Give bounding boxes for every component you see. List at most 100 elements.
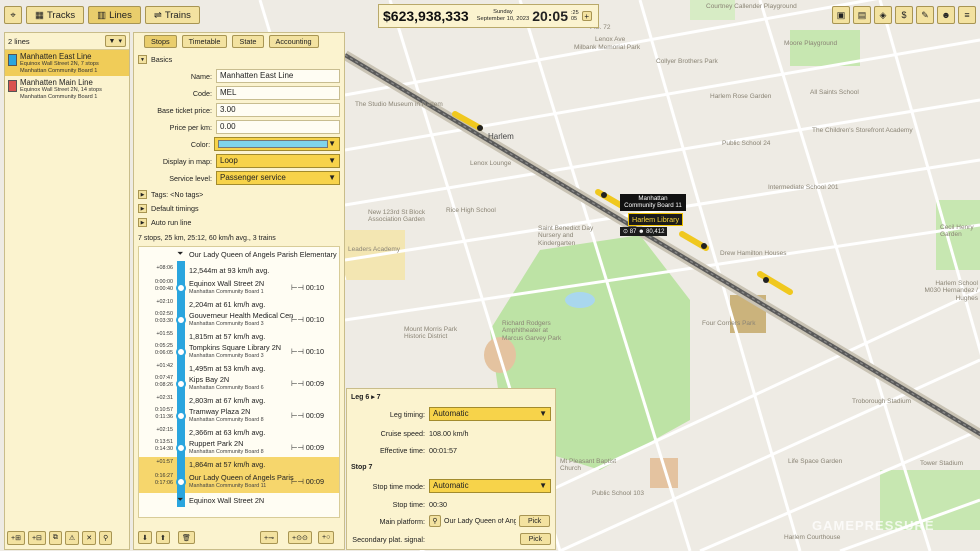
map-label: Richard Rodgers Amphitheater at Marcus G… (502, 320, 562, 342)
add-stop-icon: +⊸ (264, 534, 274, 542)
main-menu-button[interactable]: ≡ (958, 6, 976, 24)
filter-button[interactable]: ▼ ▾ (104, 35, 126, 47)
add-line-from-button[interactable]: +⊟ (27, 531, 46, 545)
tab-tracks[interactable]: ▦ Tracks (26, 6, 85, 24)
tab-trains[interactable]: ⇌ Trains (144, 6, 200, 24)
map-label: Troborough Stadium (852, 398, 912, 405)
station-harlem-library[interactable] (601, 192, 607, 198)
tools-button[interactable]: ✎ (916, 6, 934, 24)
timeline-stop[interactable]: 0:10:57 0:11:36 Tramway Plaza 2N Manhatta… (139, 407, 339, 425)
remove-stop-button[interactable]: 🗑 (178, 531, 195, 544)
timeline-stop[interactable]: 0:00:00 0:00:40 Equinox Wall Street 2N Ma… (139, 279, 339, 297)
timeline-leg[interactable]: +02:31 2,803m at 67 km/h avg. (139, 393, 339, 407)
color-picker[interactable]: ▼ (214, 137, 340, 151)
timeline-leg[interactable]: +01:42 1,495m at 53 km/h avg. (139, 361, 339, 375)
tab-timetable[interactable]: Timetable (181, 35, 228, 48)
stop-time-mode-select[interactable]: Automatic ▼ (429, 479, 551, 493)
time-speed[interactable]: :25 05 (571, 10, 579, 22)
line-list-panel: 2 lines ▼ ▾ Manhatten East Line Equinox W… (4, 32, 130, 550)
timeline-stop[interactable]: 0:02:50 0:03:30 Gouverneur Health Medical… (139, 311, 339, 329)
map-icon: ▣ (836, 9, 846, 20)
collapsed-triangle-icon: ▶ (138, 204, 147, 213)
menu-button[interactable]: ⌖ (4, 6, 22, 24)
line-count: 2 lines (8, 36, 30, 46)
tab-lines[interactable]: ▥ Lines (88, 6, 141, 24)
map-label: Mt Pleasant Baptist Church (560, 458, 616, 473)
money-display: $623,938,333 (383, 8, 469, 24)
trash-icon: ✕ (86, 535, 93, 542)
line-color-swatch (8, 80, 17, 92)
station-east[interactable] (701, 243, 707, 249)
auto-run-expander[interactable]: ▶ Auto run line (138, 218, 191, 227)
code-row: Code: MEL (138, 86, 340, 100)
platform-locate-button[interactable]: ⚲ (429, 515, 441, 527)
dropdown-arrow-icon: ▼ (328, 139, 336, 148)
timeline-start-stop[interactable]: Our Lady Queen of Angels Parish Elementa… (189, 250, 339, 259)
timeline-leg[interactable]: +01:55 1,815m at 57 km/h avg. (139, 329, 339, 343)
timeline-end-stop[interactable]: Equinox Wall Street 2N (189, 496, 264, 505)
tab-stops[interactable]: Stops (144, 35, 177, 48)
tab-accounting[interactable]: Accounting (268, 35, 319, 48)
move-up-button[interactable]: ⬆ (156, 531, 170, 544)
ticket-price-input[interactable]: 3.00 (216, 103, 340, 117)
basics-expander[interactable]: ▼ Basics (138, 55, 172, 64)
code-input[interactable]: MEL (216, 86, 340, 100)
speed-up-button[interactable]: + (581, 11, 592, 21)
tab-state[interactable]: State (232, 35, 264, 48)
timeline-leg[interactable]: +08:06 12,544m at 93 km/h avg. (139, 263, 339, 279)
map-view-button[interactable]: ▣ (832, 6, 850, 24)
map-label: Lenox Ave (595, 36, 626, 43)
finance-button[interactable]: $ (895, 6, 913, 24)
map-label: Public School 24 (722, 140, 771, 147)
people-button[interactable]: ☻ (937, 6, 955, 24)
track-icon: ▦ (35, 9, 44, 21)
cruise-speed-row: Cruise speed: 108.00 km/h (351, 426, 551, 440)
stop-node (176, 477, 186, 487)
chart-button[interactable]: ▤ (853, 6, 871, 24)
pick-platform-button[interactable]: Pick (519, 515, 551, 527)
dollar-icon: $ (901, 10, 907, 20)
timeline-leg-selected[interactable]: +01:57 1,864m at 57 km/h avg. (139, 457, 339, 471)
line-list-item[interactable]: Manhatten Main Line Equinox Wall Street … (5, 76, 129, 102)
tooltip-stop-name[interactable]: Harlem Library (628, 212, 684, 226)
warning-button[interactable]: ⚠ (64, 531, 80, 545)
duplicate-button[interactable]: ⧉ (48, 531, 62, 545)
add-waypoint-button[interactable]: +⊙⊙ (288, 531, 312, 544)
timeline-stop[interactable]: 0:05:25 0:06:05 Tompkins Square Library 2… (139, 343, 339, 361)
station-tooltip[interactable]: Manhattan Community Board 11 Harlem Libr… (620, 194, 686, 236)
delete-line-button[interactable]: ✕ (82, 531, 97, 545)
stops-timeline[interactable]: ⏷ Our Lady Queen of Angels Parish Elemen… (138, 246, 340, 518)
tags-button[interactable]: ◈ (874, 6, 892, 24)
plus-icon: + (584, 11, 589, 21)
dwell-icon: ⊢⊣ (291, 347, 304, 356)
expanded-triangle-icon: ▼ (138, 55, 147, 64)
name-input[interactable]: Manhatten East Line (216, 69, 340, 83)
timeline-leg[interactable]: +02:15 2,366m at 63 km/h avg. (139, 425, 339, 439)
default-timings-expander[interactable]: ▶ Default timings (138, 204, 199, 213)
timeline-stop[interactable]: 0:07:47 0:08:26 Kips Bay 2N Manhattan Com… (139, 375, 339, 393)
service-level-select[interactable]: Passenger service ▼ (216, 171, 340, 185)
wrench-icon: ✎ (921, 9, 929, 20)
price-per-km-input[interactable]: 0.00 (216, 120, 340, 134)
map-label-harlem: Harlem (488, 132, 514, 141)
line-list-item[interactable]: Manhatten East Line Equinox Wall Street … (5, 50, 129, 76)
pick-secondary-button[interactable]: Pick (519, 533, 551, 545)
locate-button[interactable]: ⚲ (99, 531, 113, 545)
add-stop-button[interactable]: +⊸ (260, 531, 278, 544)
add-line-button[interactable]: +⊞ (7, 531, 25, 545)
leg-timing-select[interactable]: Automatic ▼ (429, 407, 551, 421)
dropdown-icon: ▾ (118, 38, 122, 45)
tags-expander[interactable]: ▶ Tags: <No tags> (138, 190, 203, 199)
timeline-leg[interactable]: +02:10 2,204m at 61 km/h avg. (139, 297, 339, 311)
map-label: Mount Morris Park Historic District (404, 326, 458, 341)
add-loop-button[interactable]: +○ (318, 531, 335, 544)
lines-icon: ▥ (97, 9, 107, 21)
move-down-button[interactable]: ⬇ (138, 531, 152, 544)
station-south[interactable] (763, 277, 769, 283)
dwell-icon: ⊢⊣ (291, 411, 304, 420)
line-color-swatch (8, 54, 17, 66)
timeline-stop-selected[interactable]: 0:16:27 0:17:06 Our Lady Queen of Angels … (139, 471, 339, 493)
station-harlem[interactable] (477, 125, 483, 131)
display-in-map-select[interactable]: Loop ▼ (216, 154, 340, 168)
timeline-stop[interactable]: 0:13:51 0:14:30 Ruppert Park 2N Manhattan… (139, 439, 339, 457)
